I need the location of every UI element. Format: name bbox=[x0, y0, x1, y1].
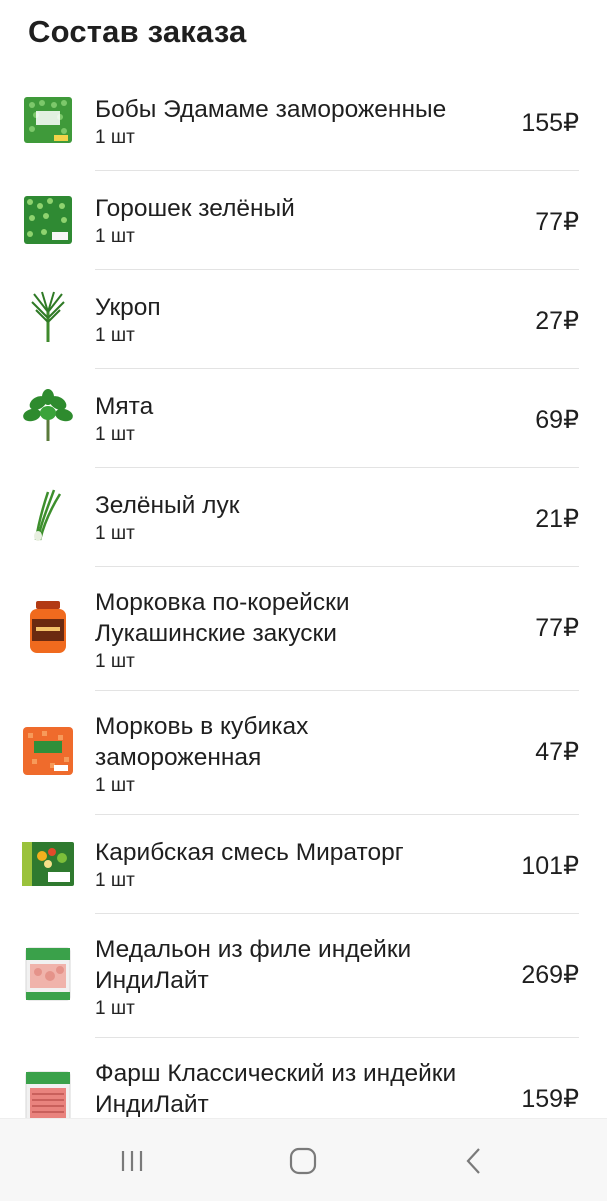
mint-icon bbox=[23, 389, 73, 441]
item-price: 21₽ bbox=[535, 505, 579, 533]
home-icon bbox=[289, 1147, 317, 1175]
item-name: Мята bbox=[95, 393, 154, 420]
recent-apps-button[interactable] bbox=[108, 1141, 156, 1181]
item-name: Укроп bbox=[95, 294, 161, 321]
diced-carrot-bag-icon bbox=[23, 727, 73, 775]
item-price: 77₽ bbox=[535, 208, 579, 236]
item-name: Морковка по-корейски Лукашинские закуски bbox=[95, 589, 350, 647]
item-name: Медальон из филе индейки ИндиЛайт bbox=[95, 936, 412, 994]
item-name: Горошек зелёный bbox=[95, 195, 295, 222]
frozen-peas-bag-icon bbox=[24, 196, 72, 244]
dill-icon bbox=[31, 291, 65, 342]
list-item[interactable]: Мята 1 шт 69₽ bbox=[0, 369, 607, 468]
order-items-list: Бобы Эдамаме замороженные 1 шт 155₽ Горо… bbox=[0, 72, 607, 1158]
item-quantity: 1 шт bbox=[95, 325, 135, 346]
vegetable-mix-box-icon bbox=[22, 842, 74, 886]
list-item[interactable]: Медальон из филе индейки ИндиЛайт 1 шт 2… bbox=[0, 914, 607, 1038]
item-price: 159₽ bbox=[521, 1085, 579, 1113]
item-price: 77₽ bbox=[535, 614, 579, 642]
system-navigation-bar bbox=[0, 1118, 607, 1201]
list-item[interactable]: Укроп 1 шт 27₽ bbox=[0, 270, 607, 369]
item-price: 101₽ bbox=[521, 852, 579, 880]
list-item[interactable]: Бобы Эдамаме замороженные 1 шт 155₽ bbox=[0, 72, 607, 171]
back-button[interactable] bbox=[450, 1141, 498, 1181]
item-price: 155₽ bbox=[521, 109, 579, 137]
item-price: 269₽ bbox=[521, 961, 579, 989]
item-name: Фарш Классический из индейки ИндиЛайт bbox=[95, 1060, 457, 1118]
item-name: Зелёный лук bbox=[95, 492, 240, 519]
item-price: 27₽ bbox=[535, 307, 579, 335]
list-item[interactable]: Горошек зелёный 1 шт 77₽ bbox=[0, 171, 607, 270]
item-name: Морковь в кубиках замороженная bbox=[95, 713, 309, 771]
page-title: Состав заказа bbox=[28, 14, 247, 49]
item-quantity: 1 шт bbox=[95, 127, 135, 148]
list-item[interactable]: Карибская смесь Мираторг 1 шт 101₽ bbox=[0, 815, 607, 914]
item-name: Бобы Эдамаме замороженные bbox=[95, 96, 447, 123]
item-quantity: 1 шт bbox=[95, 523, 135, 544]
turkey-medallion-pack-icon bbox=[25, 947, 71, 1001]
item-quantity: 1 шт bbox=[95, 226, 135, 247]
item-name: Карибская смесь Мираторг bbox=[95, 839, 404, 866]
carrot-jar-icon bbox=[30, 601, 66, 653]
list-item[interactable]: Морковка по-корейски Лукашинские закуски… bbox=[0, 567, 607, 691]
item-quantity: 1 шт bbox=[95, 424, 135, 445]
home-button[interactable] bbox=[279, 1141, 327, 1181]
back-icon bbox=[466, 1148, 480, 1174]
item-price: 47₽ bbox=[535, 738, 579, 766]
item-quantity: 1 шт bbox=[95, 870, 135, 891]
recent-apps-icon bbox=[121, 1151, 143, 1171]
list-item[interactable]: Зелёный лук 1 шт 21₽ bbox=[0, 468, 607, 567]
item-quantity: 1 шт bbox=[95, 775, 135, 796]
item-price: 69₽ bbox=[535, 406, 579, 434]
item-quantity: 1 шт bbox=[95, 998, 135, 1019]
frozen-edamame-bag-icon bbox=[24, 97, 72, 143]
list-item[interactable]: Морковь в кубиках замороженная 1 шт 47₽ bbox=[0, 691, 607, 815]
green-onion-icon bbox=[34, 489, 62, 541]
item-quantity: 1 шт bbox=[95, 651, 135, 672]
